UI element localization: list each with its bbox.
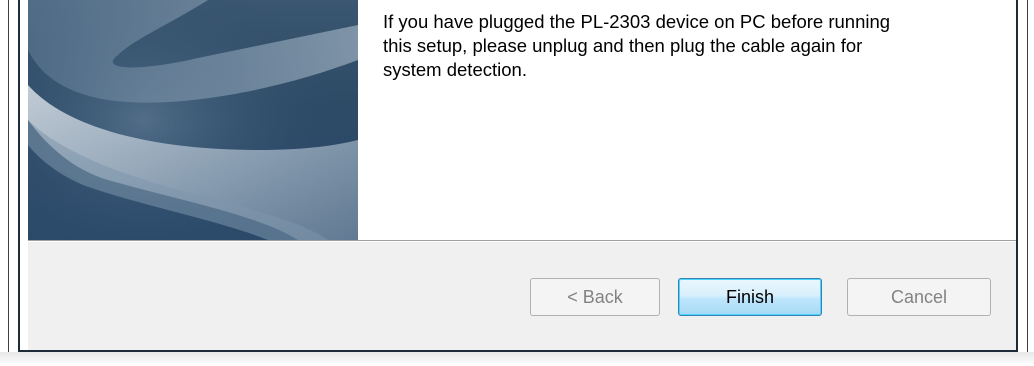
wizard-side-banner-image: [28, 0, 358, 240]
finish-button[interactable]: Finish: [678, 278, 822, 316]
setup-wizard-window: If you have plugged the PL-2303 device o…: [0, 0, 1034, 366]
instruction-line: system detection.: [383, 59, 527, 80]
window-bottom-shadow: [0, 352, 1034, 366]
wizard-content-panel: If you have plugged the PL-2303 device o…: [358, 0, 1016, 240]
instruction-line: If you have plugged the PL-2303 device o…: [383, 11, 891, 32]
back-button[interactable]: < Back: [530, 278, 660, 316]
wizard-button-bar: < Back Finish Cancel: [28, 242, 1016, 350]
instruction-line: this setup, please unplug and then plug …: [383, 35, 863, 56]
wizard-instruction-text: If you have plugged the PL-2303 device o…: [383, 10, 1003, 82]
banner-swoosh-graphic: [28, 0, 358, 240]
cancel-button[interactable]: Cancel: [847, 278, 991, 316]
